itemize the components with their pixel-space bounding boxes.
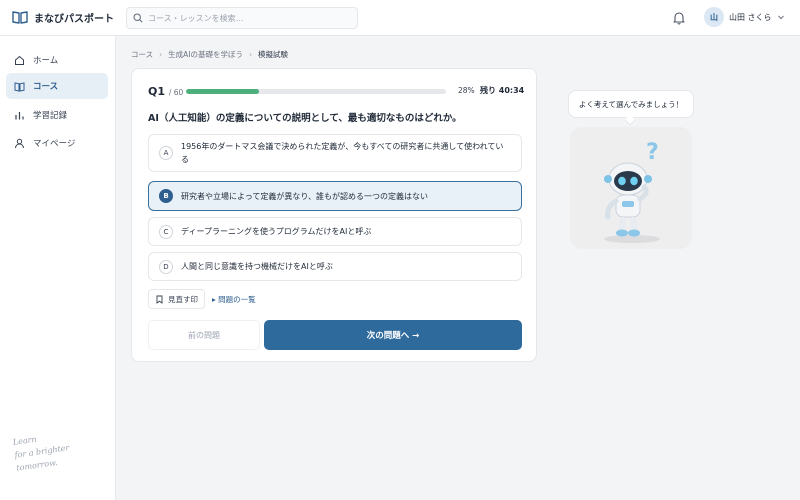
option-letter: C [159, 224, 173, 239]
quiz-card: Q1 / 60 28% 残り 40:34 AI（人工知能）の定義についての説明と… [131, 68, 537, 362]
top-header: まなびパスポート 山 山田 さくら [0, 0, 800, 36]
progress-bar [186, 89, 446, 94]
user-name: 山田 さくら [729, 12, 772, 22]
bookmark-icon [156, 295, 163, 304]
sidebar-item-label: マイページ [33, 139, 76, 149]
sidebar-item-history[interactable]: 学習記録 [6, 102, 108, 128]
book-icon [14, 81, 25, 92]
search-input[interactable] [148, 13, 348, 23]
sidebar-item-course[interactable]: コース [6, 73, 108, 99]
home-icon [15, 55, 24, 65]
breadcrumb-item-course[interactable]: コース [131, 49, 153, 60]
option-text: 研究者や立場によって定義が異なり、誰もが認める一つの定義はない [181, 191, 429, 201]
question-list-link[interactable]: ▸ 問題の一覧 [212, 294, 256, 305]
tagline: Learn for a brighter tomorrow. [12, 428, 72, 474]
option-text: 1956年のダートマス会議で決められた定義が、今もすべての研究者に共通して使われ… [181, 142, 504, 164]
option-letter: D [159, 259, 173, 274]
sidebar: ホーム コース 学習記録 マイページ Learn for a brighter … [0, 36, 116, 500]
search-box[interactable] [126, 7, 358, 29]
sidebar-item-label: ホーム [33, 56, 59, 66]
chevron-right-icon: › [248, 50, 252, 59]
breadcrumb-item-current: 模擬試験 [257, 50, 288, 59]
sidebar-item-label: 学習記録 [33, 111, 68, 121]
search-icon [133, 13, 143, 23]
question-text: AI（人工知能）の定義についての説明として、最も適切なものはどれか。 [148, 113, 462, 124]
sidebar-item-mypage[interactable]: マイページ [6, 130, 108, 156]
question-label: Q1 [148, 85, 166, 98]
robot-mascot-icon: ? [604, 140, 660, 243]
question-number: Q1 / 60 [148, 85, 183, 98]
answer-option-b[interactable]: B 研究者や立場によって定義が異なり、誰もが認める一つの定義はない [148, 181, 522, 211]
mascot-card: ? [570, 127, 692, 249]
app-logo[interactable]: まなびパスポート [12, 9, 114, 25]
progress-percent: 28% [458, 86, 475, 95]
option-text: 人間と同じ意識を持つ機械だけをAIと呼ぶ [181, 262, 333, 271]
option-letter: B [159, 189, 173, 203]
prev-question-button[interactable]: 前の問題 [148, 320, 260, 350]
breadcrumb-item-topic[interactable]: 生成AIの基礎を学ぼう [168, 49, 243, 60]
chevron-right-icon: › [159, 50, 163, 59]
answer-option-a[interactable]: A 1956年のダートマス会議で決められた定義が、今もすべての研究者に共通して使… [148, 134, 522, 172]
user-icon [15, 138, 24, 148]
mascot-question-mark: ? [646, 140, 659, 165]
question-total: / 60 [168, 88, 184, 97]
avatar: 山 [704, 7, 724, 27]
bell-icon[interactable] [672, 11, 686, 25]
app-name: まなびパスポート [34, 13, 114, 25]
time-remaining: 残り 40:34 [480, 86, 525, 95]
answer-option-c[interactable]: C ディープラーニングを使うプログラムだけをAIと呼ぶ [148, 217, 522, 246]
option-text: ディープラーニングを使うプログラムだけをAIと呼ぶ [181, 227, 372, 236]
bookmark-label: 見直す印 [168, 294, 198, 304]
sidebar-item-label: コース [33, 82, 59, 92]
bar-chart-icon [15, 111, 24, 119]
book-open-icon [12, 11, 28, 24]
answer-option-d[interactable]: D 人間と同じ意識を持つ機械だけをAIと呼ぶ [148, 252, 522, 281]
sidebar-item-home[interactable]: ホーム [6, 47, 108, 73]
mascot-speech-bubble: よく考えて選んでみましょう！ [568, 90, 694, 118]
next-question-button[interactable]: 次の問題へ → [264, 320, 522, 350]
option-letter: A [159, 146, 173, 160]
breadcrumb: コース › 生成AIの基礎を学ぼう › 模擬試験 [131, 49, 288, 60]
user-menu[interactable]: 山 山田 さくら [704, 7, 785, 27]
bookmark-button[interactable]: 見直す印 [148, 289, 205, 309]
chevron-down-icon [777, 15, 784, 20]
progress-fill [186, 89, 259, 94]
